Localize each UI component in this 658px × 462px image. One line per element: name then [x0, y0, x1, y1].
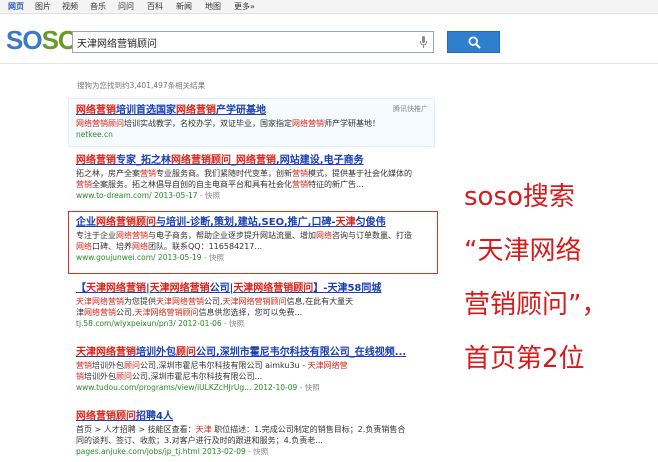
search-result-5: 天津网络营销培训外包顾问公司,深圳市霍尼韦尔科技有限公司_在线视频... 营销培…	[76, 346, 436, 393]
nav-item-music[interactable]: 音乐	[90, 1, 106, 12]
snapshot-link[interactable]: - 快照	[200, 191, 220, 200]
result-url[interactable]: www.goujunwei.com/ 2013-05-19 - 快照	[76, 252, 436, 263]
result-title[interactable]: 网络营销专家_拓之林网络营销顾问_网络营销,网站建设,电子商务	[76, 154, 436, 168]
result-url[interactable]: www.tudou.com/programs/view/iULKZcHJrUg.…	[76, 382, 436, 393]
result-title[interactable]: 天津网络营销培训外包顾问公司,深圳市霍尼韦尔科技有限公司_在线视频...	[76, 346, 436, 360]
logo-part-1: SO	[6, 25, 43, 55]
snapshot-link[interactable]: - 快照	[300, 383, 320, 392]
result-desc: 天津网络营销为您提供天津网络营销公司,天津网络营销顾问信息,在此有大量天	[76, 297, 354, 306]
nav-item-images[interactable]: 图片	[35, 1, 51, 12]
result-desc: 津网络营销公司,天津网络营销顾问信息供您选择，您可以免费...	[76, 308, 303, 317]
header-divider	[0, 63, 658, 64]
soso-logo[interactable]: SOSO	[6, 25, 78, 55]
result-title[interactable]: 企业网络营销顾问与培训-诊断,策划,建站,SEO,推广,口碑-天津匀俊伟	[76, 216, 436, 230]
nav-item-wenwen[interactable]: 问问	[118, 1, 134, 12]
search-icon	[468, 36, 481, 49]
nav-item-map[interactable]: 地图	[205, 1, 221, 12]
result-url[interactable]: www.to-dream.com/ 2013-05-17 - 快照	[76, 190, 436, 201]
snapshot-link[interactable]: - 快照	[224, 319, 244, 328]
caption-line-2: “天津网络	[464, 236, 582, 266]
result-url-text[interactable]: pages.anjuke.com/jobs/jp_tj.html 2013-02…	[76, 447, 246, 456]
search-box	[72, 31, 434, 53]
search-result-2: 网络营销专家_拓之林网络营销顾问_网络营销,网站建设,电子商务 拓之林，房产全案…	[76, 154, 436, 201]
result-desc: 销培训外包顾问公司,深圳市霍尼韦尔科技有限公司...	[76, 372, 263, 381]
search-result-1: 网络营销培训首选国家网络营销产学研基地 网络营销顾问培训实战教学，名校办学，双证…	[76, 104, 436, 140]
result-count: 搜狗为您找到约3,401,497条相关结果	[77, 81, 206, 90]
caption-line-4: 首页第2位	[464, 344, 585, 374]
snapshot-link[interactable]: - 快照	[204, 253, 224, 262]
microphone-icon[interactable]	[420, 36, 427, 48]
result-title[interactable]: 网络营销培训首选国家网络营销产学研基地	[76, 104, 436, 118]
result-desc: 拓之林，房产全案营销专业服务商。我们紧随时代变革，创新营销模式，提供基于社会化媒…	[76, 169, 412, 178]
caption-line-3: 营销顾问”，	[464, 290, 608, 320]
nav-item-news[interactable]: 新闻	[176, 1, 192, 12]
result-desc: 同的谈判、签订、收款；3.对客户进行及时的跟进和服务；4.负责老...	[76, 436, 323, 445]
search-result-6: 网络营销顾问招聘4人 首页 > 人才招聘 > 技能区查看：天津 职位描述：1.完…	[76, 410, 436, 457]
nav-item-more[interactable]: 更多»	[234, 1, 255, 12]
nav-item-web[interactable]: 网页	[8, 1, 24, 12]
result-desc: 网络营销顾问培训实战教学，名校办学，双证毕业，国家指定网络营销师产学研基地！	[76, 119, 380, 128]
result-url-text[interactable]: www.to-dream.com/ 2013-05-17	[76, 191, 198, 200]
search-button[interactable]	[447, 31, 500, 53]
result-desc: 营销培训外包顾问公司,深圳市霍尼韦尔科技有限公司 aimku3u - 天津网络营	[76, 361, 348, 370]
search-input[interactable]	[77, 34, 407, 50]
result-url-text[interactable]: www.tudou.com/programs/view/iULKZcHJrUg.…	[76, 383, 297, 392]
result-desc: 网络口碑、培养网络团队。联系QQ：116584217...	[76, 242, 263, 251]
nav-item-video[interactable]: 视频	[62, 1, 78, 12]
result-url-text[interactable]: www.goujunwei.com/ 2013-05-19	[76, 253, 202, 262]
result-url[interactable]: pages.anjuke.com/jobs/jp_tj.html 2013-02…	[76, 446, 436, 457]
caption-line-1: soso搜索	[464, 182, 575, 212]
result-desc: 首页 > 人才招聘 > 技能区查看：天津 职位描述：1.完成公司制定的销售目标；…	[76, 425, 406, 434]
top-nav: 网页 图片 视频 音乐 问问 百科 新闻 地图 更多»	[0, 0, 658, 14]
result-title[interactable]: 网络营销顾问招聘4人	[76, 410, 436, 424]
result-url[interactable]: netkee.cn	[76, 129, 436, 140]
result-title[interactable]: 【天津网络营销|天津网络营销公司|天津网络营销顾问】-天津58同城	[76, 282, 436, 296]
result-url[interactable]: tj.58.com/wlyxpeixun/pn3/ 2012-01-06 - 快…	[76, 318, 436, 329]
snapshot-link[interactable]: - 快照	[248, 447, 268, 456]
result-desc: 专注于企业网络营销与电子商务，帮助企业逐步提升网站流量、增加网络咨询与订单数量、…	[76, 231, 412, 240]
search-result-3: 企业网络营销顾问与培训-诊断,策划,建站,SEO,推广,口碑-天津匀俊伟 专注于…	[76, 216, 436, 263]
nav-item-baike[interactable]: 百科	[147, 1, 163, 12]
result-url-text[interactable]: tj.58.com/wlyxpeixun/pn3/ 2012-01-06	[76, 319, 222, 328]
result-desc: 营销全案服务。拓之林倡导自创的自主电商平台和具有社会化营销特征的新广告...	[76, 180, 364, 189]
search-result-4: 【天津网络营销|天津网络营销公司|天津网络营销顾问】-天津58同城 天津网络营销…	[76, 282, 436, 329]
annotation-caption: soso搜索 “天津网络 营销顾问”， 首页第2位	[464, 170, 654, 386]
